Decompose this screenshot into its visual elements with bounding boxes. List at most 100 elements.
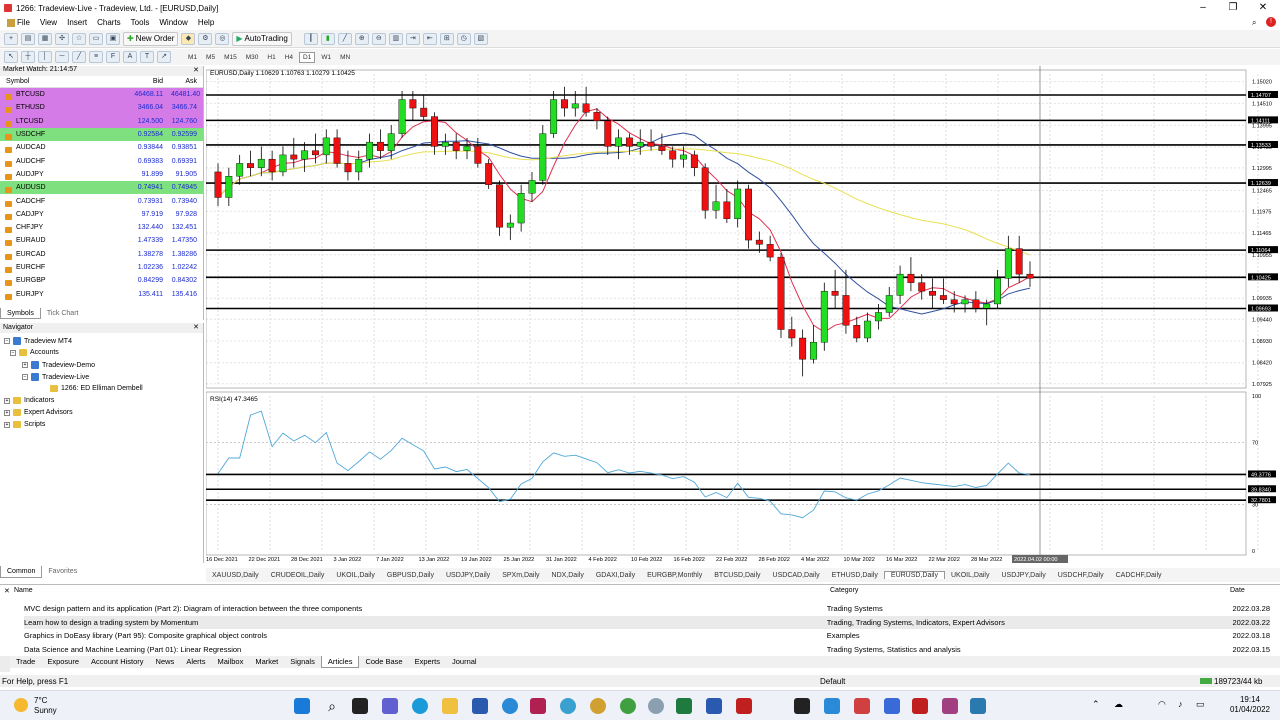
- cursor-icon[interactable]: ↖: [4, 51, 18, 63]
- market-watch-row[interactable]: EURAUD 1.47339 1.47350: [0, 234, 203, 247]
- app-icon[interactable]: [970, 698, 986, 714]
- market-watch-row[interactable]: EURCHF 1.02236 1.02242: [0, 261, 203, 274]
- store-icon[interactable]: [472, 698, 488, 714]
- excel-icon[interactable]: [676, 698, 692, 714]
- search-icon[interactable]: ⌕: [324, 698, 340, 714]
- article-row[interactable]: MVC design pattern and its application (…: [24, 602, 1270, 615]
- terminal-tab[interactable]: Alerts: [180, 656, 211, 668]
- close-icon[interactable]: ✕: [193, 66, 199, 74]
- market-watch-row[interactable]: CADJPY 97.919 97.928: [0, 208, 203, 221]
- menu-insert[interactable]: Insert: [62, 18, 92, 27]
- terminal-tab[interactable]: Exposure: [41, 656, 85, 668]
- app-icon[interactable]: [854, 698, 870, 714]
- terminal-icon[interactable]: ▭: [89, 32, 103, 45]
- nav-live-server[interactable]: − Tradeview-Live: [22, 373, 89, 381]
- autotrading-button[interactable]: ▶ AutoTrading: [232, 31, 292, 46]
- chart-tab[interactable]: USDJPY,Daily: [440, 572, 496, 579]
- terminal-tab[interactable]: Signals: [284, 656, 321, 668]
- terminal-tab[interactable]: Code Base: [359, 656, 408, 668]
- chart-tab[interactable]: EURGBP,Monthly: [641, 572, 708, 579]
- start-icon[interactable]: [294, 698, 310, 714]
- chart-tab[interactable]: UKOIL,Daily: [330, 572, 381, 579]
- tile-windows-icon[interactable]: ▥: [388, 32, 403, 45]
- wifi-icon[interactable]: ◠: [1158, 699, 1166, 710]
- nav-scripts[interactable]: + Scripts: [4, 421, 45, 428]
- volume-icon[interactable]: ♪: [1178, 699, 1183, 709]
- nav-experts[interactable]: + Expert Advisors: [4, 409, 73, 416]
- chrome-icon[interactable]: [590, 698, 606, 714]
- data-window-icon[interactable]: ✣: [55, 32, 69, 45]
- restore-button[interactable]: ❐: [1218, 0, 1248, 16]
- market-watch-row[interactable]: EURGBP 0.84299 0.84302: [0, 274, 203, 287]
- chart-tab[interactable]: BTCUSD,Daily: [708, 572, 766, 579]
- clock-date[interactable]: 01/04/2022: [1222, 705, 1270, 714]
- nav-demo-server[interactable]: + Tradeview-Demo: [22, 361, 95, 369]
- expert-icon[interactable]: ⚙: [198, 32, 213, 45]
- tradingview-icon[interactable]: [794, 698, 810, 714]
- metatrader-icon[interactable]: [736, 698, 752, 714]
- fibonacci-icon[interactable]: F: [106, 51, 120, 63]
- timeframe-m5[interactable]: M5: [203, 53, 218, 62]
- article-row[interactable]: Data Science and Machine Learning (Part …: [24, 643, 1270, 656]
- bar-chart-icon[interactable]: ┃: [303, 32, 318, 45]
- zoom-out-icon[interactable]: ⊖: [371, 32, 386, 45]
- chart-tab[interactable]: UKOIL,Daily: [945, 572, 996, 579]
- article-row[interactable]: Learn how to design a trading system by …: [24, 615, 1270, 629]
- market-watch-row[interactable]: CADCHF 0.73931 0.73940: [0, 194, 203, 207]
- nav-indicators[interactable]: + Indicators: [4, 397, 54, 404]
- nav-accounts[interactable]: − Accounts: [10, 349, 59, 356]
- app-icon[interactable]: [530, 698, 546, 714]
- market-watch-row[interactable]: BTCUSD 46468.11 46481.40: [0, 88, 203, 102]
- terminal-tab[interactable]: Journal: [446, 656, 483, 668]
- market-watch-row[interactable]: AUDCHF 0.69383 0.69391: [0, 154, 203, 167]
- periods-icon[interactable]: ◷: [456, 32, 471, 45]
- market-watch-row[interactable]: AUDJPY 91.899 91.905: [0, 168, 203, 181]
- chart-tab[interactable]: ETHUSD,Daily: [826, 572, 884, 579]
- channel-icon[interactable]: ≡: [89, 51, 103, 63]
- menu-view[interactable]: View: [35, 18, 62, 27]
- indicators-icon[interactable]: ⊞: [439, 32, 454, 45]
- market-watch-icon[interactable]: ▦: [38, 32, 52, 45]
- column-name[interactable]: Name: [14, 587, 33, 594]
- market-watch-row[interactable]: LTCUSD 124.500 124.760: [0, 114, 203, 128]
- new-order-button[interactable]: ✚ New Order: [123, 31, 179, 46]
- minimize-button[interactable]: –: [1188, 0, 1218, 16]
- close-button[interactable]: ✕: [1248, 0, 1278, 16]
- task-view-icon[interactable]: [352, 698, 368, 714]
- market-watch-row[interactable]: AUDUSD 0.74941 0.74945: [0, 181, 203, 195]
- chart-window[interactable]: 1.15020 1.14510 1.13995 1.13485 1.12995 1.124…: [205, 66, 1280, 566]
- close-icon[interactable]: ✕: [193, 323, 199, 333]
- chart-tab[interactable]: CADCHF,Daily: [1110, 572, 1168, 579]
- chrome-icon[interactable]: [620, 698, 636, 714]
- label-icon[interactable]: T: [140, 51, 154, 63]
- column-bid[interactable]: Bid: [118, 78, 163, 85]
- horizontal-line-icon[interactable]: ─: [55, 51, 69, 63]
- notification-icon[interactable]: !: [1266, 17, 1276, 27]
- zoom-in-icon[interactable]: ⊕: [354, 32, 369, 45]
- tab-favorites[interactable]: Favorites: [42, 566, 83, 578]
- timeframe-h4[interactable]: H4: [282, 53, 296, 62]
- app-icon[interactable]: [884, 698, 900, 714]
- navigator-icon[interactable]: ☆: [72, 32, 86, 45]
- chart-tab[interactable]: GDAXI,Daily: [590, 572, 641, 579]
- price-chart[interactable]: 1.150201.145101.139951.134851.129951.124…: [205, 66, 1280, 566]
- terminal-tab[interactable]: Account History: [85, 656, 150, 668]
- market-watch-row[interactable]: EURCAD 1.38278 1.38286: [0, 248, 203, 261]
- candlestick-icon[interactable]: ▮: [320, 32, 335, 45]
- chart-tab[interactable]: USDJPY,Daily: [995, 572, 1051, 579]
- app-icon[interactable]: [942, 698, 958, 714]
- profiles-icon[interactable]: ▤: [21, 32, 35, 45]
- timeframe-w1[interactable]: W1: [318, 53, 334, 62]
- chrome-icon[interactable]: [648, 698, 664, 714]
- menu-charts[interactable]: Charts: [92, 18, 126, 27]
- column-symbol[interactable]: Symbol: [0, 78, 118, 85]
- chrome-icon[interactable]: [560, 698, 576, 714]
- search-icon[interactable]: ⌕: [1252, 18, 1256, 28]
- tab-symbols[interactable]: Symbols: [0, 308, 41, 319]
- arrows-icon[interactable]: ↗: [157, 51, 171, 63]
- tab-common[interactable]: Common: [0, 566, 43, 578]
- chart-tab[interactable]: EURUSD,Daily: [883, 571, 945, 579]
- signals-icon[interactable]: ◎: [215, 32, 230, 45]
- chart-tab[interactable]: CRUDEOIL,Daily: [265, 572, 331, 579]
- market-watch-row[interactable]: AUDCAD 0.93844 0.93851: [0, 141, 203, 154]
